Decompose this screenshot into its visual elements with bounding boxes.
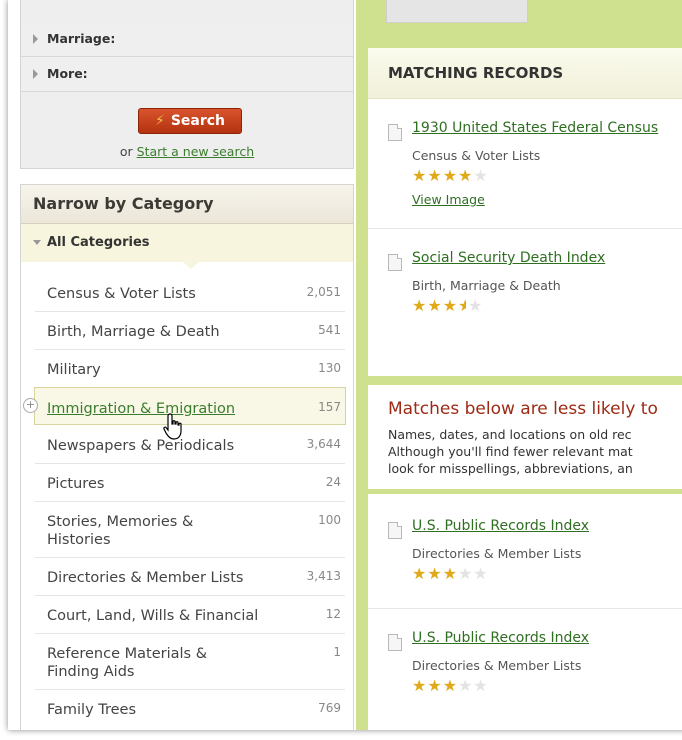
record-category: Directories & Member Lists <box>412 546 582 561</box>
view-image-link[interactable]: View Image <box>412 192 485 207</box>
star-rating: ★★★★★ <box>412 296 484 315</box>
star-rating: ★★★★★ <box>412 676 489 695</box>
record-item: U.S. Public Records Index Directories & … <box>368 630 682 700</box>
record-item: U.S. Public Records Index Directories & … <box>368 518 682 588</box>
record-category: Directories & Member Lists <box>412 658 582 673</box>
category-item-hovered[interactable]: + Immigration & Emigration 157 <box>23 387 346 425</box>
less-likely-notice: Matches below are less likely to Names, … <box>368 382 682 489</box>
record-title-link[interactable]: 1930 United States Federal Census <box>412 120 658 136</box>
category-item[interactable]: Census & Voter Lists 2,051 <box>35 273 345 312</box>
start-new-search-link[interactable]: Start a new search <box>137 144 254 159</box>
search-field-row-marriage[interactable]: Marriage: <box>21 22 353 57</box>
category-name: Stories, Memories & Histories <box>47 514 194 548</box>
document-icon <box>388 254 402 271</box>
less-likely-title: Matches below are less likely to <box>388 399 658 419</box>
category-item[interactable]: Pictures 24 <box>35 463 345 502</box>
notice-line: look for misspellings, abbreviations, an <box>388 461 633 476</box>
category-name: Directories & Member Lists <box>47 570 244 586</box>
category-name: Court, Land, Wills & Financial <box>47 608 259 624</box>
all-categories-row[interactable]: All Categories <box>21 224 353 269</box>
record-category: Birth, Marriage & Death <box>412 278 561 293</box>
search-field-row-more[interactable]: More: <box>21 57 353 92</box>
collapse-arrow-icon <box>33 240 41 245</box>
category-item[interactable]: Birth, Marriage & Death 541 <box>35 311 345 350</box>
lightning-icon: ⚡ <box>154 113 165 129</box>
category-count: 12 <box>325 607 341 621</box>
narrow-heading: Narrow by Category <box>21 185 353 224</box>
category-item[interactable]: Stories, Memories & Histories 100 <box>35 501 345 558</box>
category-count: 157 <box>318 400 341 414</box>
notice-line: Names, dates, and locations on old rec <box>388 427 632 442</box>
search-button-label: Search <box>170 113 226 129</box>
page-frame: Marriage: More: ⚡ Search or Start a new … <box>8 0 682 730</box>
category-name: Reference Materials & Finding Aids <box>47 646 208 680</box>
star-rating: ★★★★★ <box>412 166 489 185</box>
record-title-link[interactable]: U.S. Public Records Index <box>412 630 589 646</box>
less-likely-records-card: U.S. Public Records Index Directories & … <box>368 494 682 730</box>
category-count: 541 <box>318 323 341 337</box>
category-item[interactable]: Court, Land, Wills & Financial 12 <box>35 595 345 634</box>
matching-records-card: MATCHING RECORDS 1930 United States Fede… <box>368 48 682 376</box>
category-count: 3,644 <box>306 437 341 451</box>
expand-arrow-icon <box>33 69 38 79</box>
category-count: 3,413 <box>306 569 341 583</box>
top-tab <box>386 0 528 23</box>
document-icon <box>388 124 402 141</box>
category-count: 769 <box>318 701 341 715</box>
record-item: Social Security Death Index Birth, Marri… <box>368 250 682 320</box>
category-name: Pictures <box>47 476 105 492</box>
category-name: Census & Voter Lists <box>47 286 196 302</box>
hand-cursor-icon <box>163 413 182 440</box>
record-item: 1930 United States Federal Census Census… <box>368 120 682 210</box>
search-panel: Marriage: More: ⚡ Search or Start a new … <box>20 0 354 169</box>
pointer-notch <box>183 262 199 269</box>
category-item[interactable]: Reference Materials & Finding Aids 1 <box>35 633 345 690</box>
category-count: 100 <box>318 513 341 527</box>
category-item[interactable]: Military 130 <box>35 349 345 388</box>
category-count: 1 <box>333 645 341 659</box>
divider <box>368 228 682 229</box>
notice-line: Although you'll find fewer relevant mat <box>388 444 633 459</box>
document-icon <box>388 522 402 539</box>
star-rating: ★★★★★ <box>412 564 489 583</box>
expand-arrow-icon <box>33 34 38 44</box>
narrow-by-category-panel: Narrow by Category All Categories Census… <box>20 184 354 730</box>
divider <box>368 608 682 609</box>
matching-records-heading: MATCHING RECORDS <box>368 48 682 99</box>
category-name: Family Trees <box>47 702 137 718</box>
or-text: or <box>119 144 133 159</box>
all-categories-label: All Categories <box>47 235 150 250</box>
record-category: Census & Voter Lists <box>412 148 541 163</box>
left-column: Marriage: More: ⚡ Search or Start a new … <box>20 0 354 730</box>
category-item[interactable]: Directories & Member Lists 3,413 <box>35 557 345 596</box>
new-search-line: or Start a new search <box>21 144 353 159</box>
record-title-link[interactable]: Social Security Death Index <box>412 250 605 266</box>
document-icon <box>388 634 402 651</box>
category-name: Military <box>47 362 101 378</box>
search-button[interactable]: ⚡ Search <box>138 108 242 134</box>
plus-icon[interactable]: + <box>23 398 38 413</box>
results-column: MATCHING RECORDS 1930 United States Fede… <box>356 0 682 730</box>
category-item[interactable]: Newspapers & Periodicals 3,644 <box>35 425 345 464</box>
category-item[interactable]: Family Trees 769 <box>35 689 345 727</box>
category-name: Birth, Marriage & Death <box>47 324 220 340</box>
category-count: 24 <box>325 475 341 489</box>
record-title-link[interactable]: U.S. Public Records Index <box>412 518 589 534</box>
category-count: 130 <box>318 361 341 375</box>
search-field-label: More: <box>47 66 88 81</box>
category-count: 2,051 <box>306 285 341 299</box>
search-field-label: Marriage: <box>47 31 116 46</box>
